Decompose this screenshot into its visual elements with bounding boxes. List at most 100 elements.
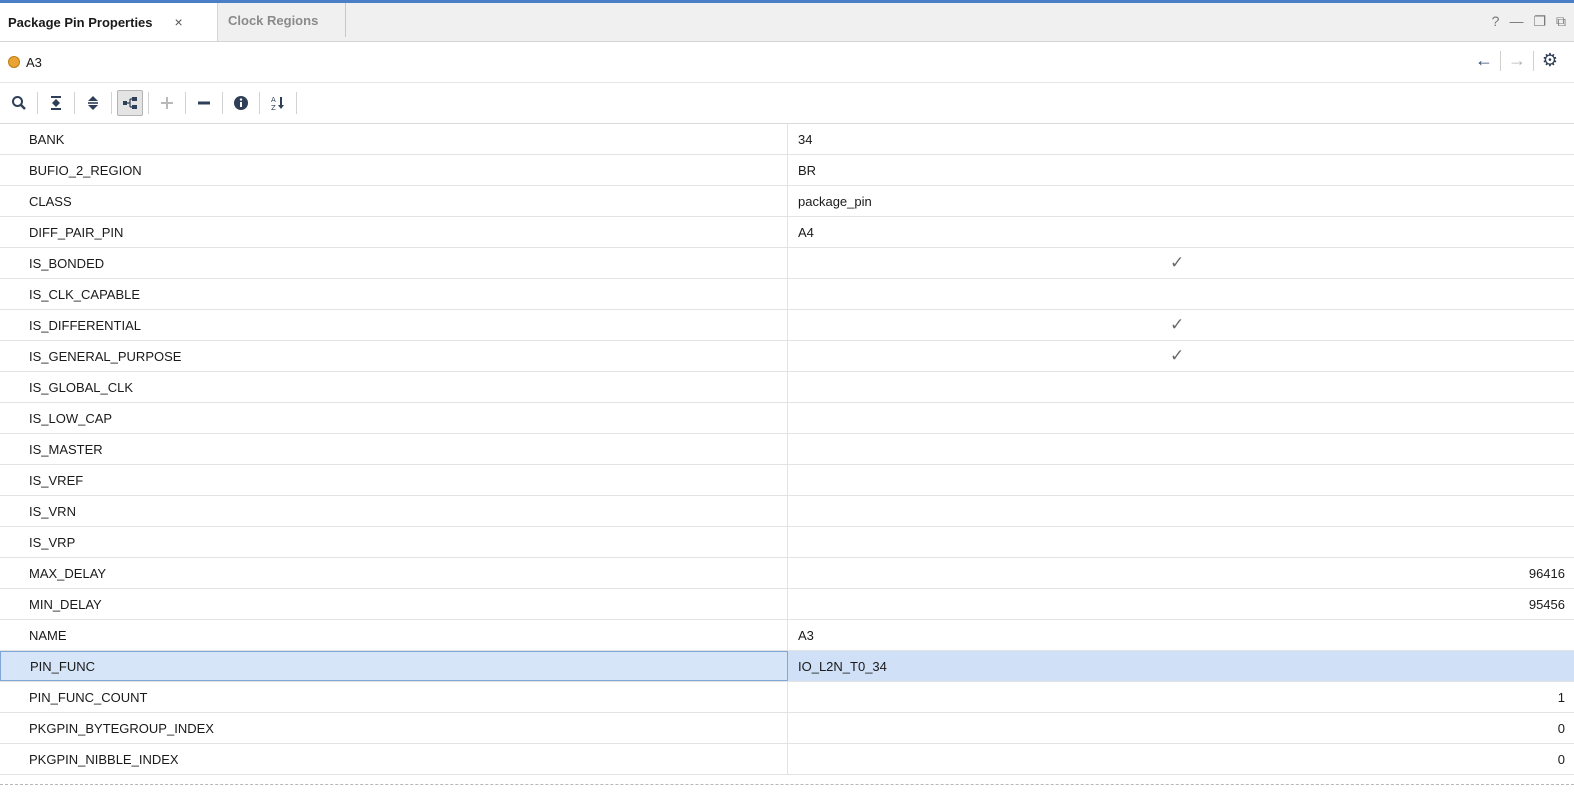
property-value[interactable]: 34	[788, 124, 1574, 154]
property-name: CLASS	[0, 186, 788, 216]
property-row[interactable]: CLASS package_pin	[0, 186, 1574, 217]
property-checkbox[interactable]	[788, 527, 1574, 557]
property-row[interactable]: BUFIO_2_REGION BR	[0, 155, 1574, 186]
pin-icon	[8, 56, 20, 68]
restore-icon[interactable]: ❐	[1533, 13, 1546, 30]
property-checkbox[interactable]: ✓	[788, 341, 1574, 371]
group-icon[interactable]	[117, 90, 143, 116]
tab-bar: Package Pin Properties × Clock Regions ?…	[0, 3, 1574, 42]
divider	[148, 92, 149, 114]
property-name: PIN_FUNC_COUNT	[0, 682, 788, 712]
property-value[interactable]: IO_L2N_T0_34	[788, 651, 1574, 681]
table-bottom-border	[0, 784, 1574, 785]
property-row[interactable]: PIN_FUNC IO_L2N_T0_34	[0, 651, 1574, 682]
property-value[interactable]: A3	[788, 620, 1574, 650]
expand-all-icon[interactable]	[80, 90, 106, 116]
property-name: IS_DIFFERENTIAL	[0, 310, 788, 340]
property-checkbox[interactable]: ✓	[788, 310, 1574, 340]
property-value[interactable]: 95456	[788, 589, 1574, 619]
divider	[37, 92, 38, 114]
property-name: IS_BONDED	[0, 248, 788, 278]
property-name: BUFIO_2_REGION	[0, 155, 788, 185]
plus-icon[interactable]	[154, 90, 180, 116]
property-value[interactable]: 96416	[788, 558, 1574, 588]
back-arrow-icon[interactable]: ←	[1468, 50, 1500, 71]
svg-text:Z: Z	[271, 104, 276, 111]
float-icon[interactable]: ⧉	[1556, 13, 1566, 30]
minus-icon[interactable]	[191, 90, 217, 116]
property-row[interactable]: IS_GLOBAL_CLK	[0, 372, 1574, 403]
properties-table: BANK 34 BUFIO_2_REGION BR CLASS package_pin DI…	[0, 124, 1574, 775]
gear-icon[interactable]: ⚙	[1534, 50, 1566, 71]
property-row[interactable]: IS_VREF	[0, 465, 1574, 496]
property-name: IS_CLK_CAPABLE	[0, 279, 788, 309]
divider	[296, 92, 297, 114]
collapse-all-icon[interactable]	[43, 90, 69, 116]
property-row[interactable]: IS_VRN	[0, 496, 1574, 527]
divider	[74, 92, 75, 114]
tab-clock-regions[interactable]: Clock Regions	[218, 3, 346, 37]
property-checkbox[interactable]	[788, 465, 1574, 495]
object-name: A3	[26, 54, 42, 70]
minimize-icon[interactable]: —	[1509, 13, 1523, 30]
divider	[222, 92, 223, 114]
close-icon[interactable]: ×	[175, 14, 183, 30]
toolbar: AZ	[0, 83, 1574, 124]
property-name: IS_VRN	[0, 496, 788, 526]
property-name: PKGPIN_BYTEGROUP_INDEX	[0, 713, 788, 743]
property-checkbox[interactable]: ✓	[788, 248, 1574, 278]
property-name: MAX_DELAY	[0, 558, 788, 588]
forward-arrow-icon[interactable]: →	[1501, 50, 1533, 71]
sort-az-icon[interactable]: AZ	[265, 90, 291, 116]
property-row[interactable]: IS_VRP	[0, 527, 1574, 558]
tab-package-pin-properties[interactable]: Package Pin Properties ×	[0, 3, 218, 41]
navigation-controls: ← → ⚙	[1468, 50, 1566, 71]
property-name: DIFF_PAIR_PIN	[0, 217, 788, 247]
property-row[interactable]: BANK 34	[0, 124, 1574, 155]
property-row[interactable]: DIFF_PAIR_PIN A4	[0, 217, 1574, 248]
property-name: NAME	[0, 620, 788, 650]
property-value[interactable]: BR	[788, 155, 1574, 185]
property-value[interactable]: 0	[788, 744, 1574, 774]
property-name: MIN_DELAY	[0, 589, 788, 619]
property-row[interactable]: PKGPIN_NIBBLE_INDEX 0	[0, 744, 1574, 775]
svg-text:A: A	[271, 96, 276, 104]
property-value[interactable]: 1	[788, 682, 1574, 712]
property-value[interactable]: package_pin	[788, 186, 1574, 216]
window-controls: ? — ❐ ⧉	[1492, 13, 1566, 30]
divider	[111, 92, 112, 114]
property-value[interactable]: 0	[788, 713, 1574, 743]
property-value[interactable]: A4	[788, 217, 1574, 247]
divider	[259, 92, 260, 114]
property-name: IS_MASTER	[0, 434, 788, 464]
property-name: PKGPIN_NIBBLE_INDEX	[0, 744, 788, 774]
property-row[interactable]: PIN_FUNC_COUNT 1	[0, 682, 1574, 713]
property-checkbox[interactable]	[788, 403, 1574, 433]
property-row[interactable]: IS_MASTER	[0, 434, 1574, 465]
property-row[interactable]: NAME A3	[0, 620, 1574, 651]
property-row[interactable]: IS_CLK_CAPABLE	[0, 279, 1574, 310]
property-checkbox[interactable]	[788, 496, 1574, 526]
property-name: IS_VREF	[0, 465, 788, 495]
info-icon[interactable]	[228, 90, 254, 116]
property-row[interactable]: IS_GENERAL_PURPOSE ✓	[0, 341, 1574, 372]
search-icon[interactable]	[6, 90, 32, 116]
property-name: IS_GLOBAL_CLK	[0, 372, 788, 402]
tab-label: Clock Regions	[228, 12, 319, 28]
property-row[interactable]: MIN_DELAY 95456	[0, 589, 1574, 620]
property-row[interactable]: IS_LOW_CAP	[0, 403, 1574, 434]
property-checkbox[interactable]	[788, 372, 1574, 402]
property-checkbox[interactable]	[788, 434, 1574, 464]
property-row[interactable]: MAX_DELAY 96416	[0, 558, 1574, 589]
object-header: A3 ← → ⚙	[0, 42, 1574, 83]
tab-label: Package Pin Properties	[8, 14, 153, 30]
help-icon[interactable]: ?	[1492, 13, 1500, 30]
property-name: BANK	[0, 124, 788, 154]
property-name: IS_GENERAL_PURPOSE	[0, 341, 788, 371]
property-row[interactable]: PKGPIN_BYTEGROUP_INDEX 0	[0, 713, 1574, 744]
property-row[interactable]: IS_DIFFERENTIAL ✓	[0, 310, 1574, 341]
divider	[185, 92, 186, 114]
property-checkbox[interactable]	[788, 279, 1574, 309]
property-row[interactable]: IS_BONDED ✓	[0, 248, 1574, 279]
property-name: PIN_FUNC	[0, 651, 788, 681]
